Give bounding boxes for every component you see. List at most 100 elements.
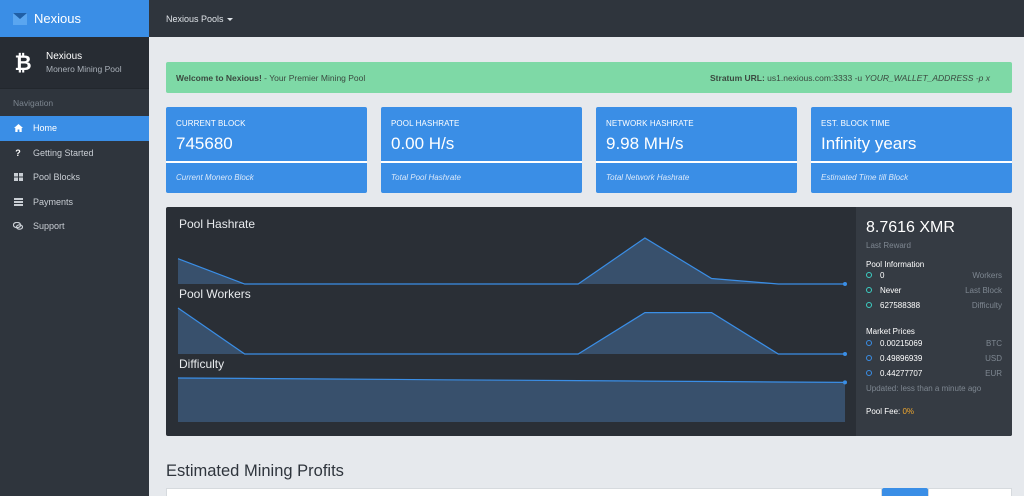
card-footer: Current Monero Block <box>176 173 254 182</box>
circle-icon <box>866 355 872 361</box>
payments-icon <box>13 197 23 207</box>
card-title: NETWORK HASHRATE <box>606 119 694 128</box>
pool-info-key: Workers <box>972 270 1002 280</box>
card-value: 0.00 H/s <box>391 134 455 153</box>
pool-hashrate-card: POOL HASHRATE 0.00 H/s Total Pool Hashra… <box>381 107 582 193</box>
difficulty-chart-title: Difficulty <box>179 357 225 371</box>
circle-icon <box>866 287 872 293</box>
circle-icon <box>866 302 872 308</box>
pool-hashrate-chart-title: Pool Hashrate <box>179 217 256 231</box>
card-divider <box>381 161 582 163</box>
market-prices-heading: Market Prices <box>866 327 915 336</box>
card-divider <box>166 161 367 163</box>
circle-icon <box>866 272 872 278</box>
profile-name: Nexious <box>46 51 83 62</box>
sparkline-charts <box>177 237 847 422</box>
market-price-key: BTC <box>986 338 1002 348</box>
bitcoin-icon: ₿ <box>14 50 32 75</box>
welcome-bold: Welcome to Nexious! <box>176 72 262 83</box>
chart-last-point-2 <box>843 380 847 385</box>
pool-fee-label: Pool Fee: <box>866 407 903 416</box>
pool-info-value: 0 <box>880 270 885 280</box>
home-icon <box>13 123 23 133</box>
pool-info-key: Difficulty <box>971 300 1002 310</box>
card-value: 745680 <box>176 134 233 153</box>
market-price-key: USD <box>985 353 1002 363</box>
chart-area-1 <box>178 308 845 354</box>
pool-info-row: Never Last Block <box>866 284 1002 296</box>
card-footer: Estimated Time till Block <box>821 173 909 182</box>
pool-fee-value: 0% <box>902 407 915 416</box>
sidebar-item-label: Support <box>33 221 65 232</box>
pool-info-heading: Pool Information <box>866 260 925 269</box>
support-icon <box>13 221 23 231</box>
updated-time: Updated: less than a minute ago <box>866 384 982 393</box>
card-footer: Total Pool Hashrate <box>391 173 461 182</box>
pool-info-sidebar: 8.7616 XMR Last Reward Pool Information … <box>856 207 1012 436</box>
sidebar-item-payments[interactable]: Payments <box>0 190 149 215</box>
last-reward-value: 8.7616 XMR <box>866 219 955 236</box>
stratum-tail: -p x <box>973 72 990 83</box>
sidebar-item-support[interactable]: Support <box>0 214 149 239</box>
welcome-message: Welcome to Nexious! - Your Premier Minin… <box>176 73 365 83</box>
welcome-alert: Welcome to Nexious! - Your Premier Minin… <box>166 62 1012 93</box>
logo-icon <box>13 12 27 25</box>
sidebar: Nexious ₿ Nexious Monero Mining Pool Nav… <box>0 0 149 496</box>
stratum-url: us1.nexious.com:3333 -u <box>764 72 865 83</box>
stats-panel: Pool Hashrate Pool Workers Difficulty 8.… <box>166 207 1012 436</box>
sidebar-item-label: Payments <box>33 196 74 207</box>
charts-area: Pool Hashrate Pool Workers Difficulty <box>166 207 856 436</box>
chart-area-0 <box>178 238 845 284</box>
welcome-text: - Your Premier Mining Pool <box>261 72 366 83</box>
pools-dropdown[interactable]: Nexious Pools <box>166 14 233 24</box>
sidebar-item-getting-started[interactable]: ? Getting Started <box>0 141 149 166</box>
pool-workers-chart-title: Pool Workers <box>179 287 251 301</box>
profile: ₿ Nexious Monero Mining Pool <box>0 37 149 89</box>
question-icon: ? <box>15 147 21 158</box>
sidebar-item-label: Home <box>33 123 58 134</box>
calculate-button[interactable] <box>882 488 928 496</box>
card-value: Infinity years <box>821 134 917 153</box>
market-price-row: 0.44277707 EUR <box>866 367 1002 379</box>
nav-heading: Navigation <box>13 98 54 108</box>
pool-info-row: 0 Workers <box>866 269 1002 281</box>
pool-fee: Pool Fee: 0% <box>866 407 914 416</box>
market-price-row: 0.49896939 USD <box>866 352 1002 364</box>
chart-area-2 <box>178 378 845 422</box>
market-price-key: EUR <box>985 368 1002 378</box>
stratum-info: Stratum URL: us1.nexious.com:3333 -u YOU… <box>710 73 990 83</box>
pool-info-value: 627588388 <box>880 300 921 310</box>
hashrate-input[interactable] <box>166 488 882 496</box>
circle-icon <box>866 370 872 376</box>
market-price-value: 0.49896939 <box>880 353 923 363</box>
card-divider <box>596 161 797 163</box>
current-block-card: CURRENT BLOCK 745680 Current Monero Bloc… <box>166 107 367 193</box>
stratum-wallet: YOUR_WALLET_ADDRESS <box>864 72 974 83</box>
card-divider <box>811 161 1012 163</box>
chart-last-point-0 <box>843 282 847 286</box>
market-price-value: 0.44277707 <box>880 368 923 378</box>
unit-select[interactable] <box>928 488 1012 496</box>
stratum-label: Stratum URL: <box>710 72 765 83</box>
brand-name: Nexious <box>34 11 81 26</box>
market-price-value: 0.00215069 <box>880 338 923 348</box>
chart-last-point-1 <box>843 352 847 356</box>
card-value: 9.98 MH/s <box>606 134 684 153</box>
block-time-card: EST. BLOCK TIME Infinity years Estimated… <box>811 107 1012 193</box>
card-title: POOL HASHRATE <box>391 119 460 128</box>
blocks-icon <box>13 172 23 182</box>
sidebar-item-pool-blocks[interactable]: Pool Blocks <box>0 165 149 190</box>
pool-info-key: Last Block <box>965 285 1002 295</box>
sidebar-item-home[interactable]: Home <box>0 116 149 141</box>
market-price-row: 0.00215069 BTC <box>866 337 1002 349</box>
profile-subtitle: Monero Mining Pool <box>46 64 122 74</box>
last-reward-label: Last Reward <box>866 241 911 250</box>
card-title: EST. BLOCK TIME <box>821 119 890 128</box>
pool-info-row: 627588388 Difficulty <box>866 299 1002 311</box>
pool-info-value: Never <box>880 285 902 295</box>
network-hashrate-card: NETWORK HASHRATE 9.98 MH/s Total Network… <box>596 107 797 193</box>
brand[interactable]: Nexious <box>0 0 149 37</box>
sidebar-item-label: Getting Started <box>33 147 94 158</box>
profits-title: Estimated Mining Profits <box>166 462 344 480</box>
topbar: Nexious Pools <box>149 0 1024 37</box>
